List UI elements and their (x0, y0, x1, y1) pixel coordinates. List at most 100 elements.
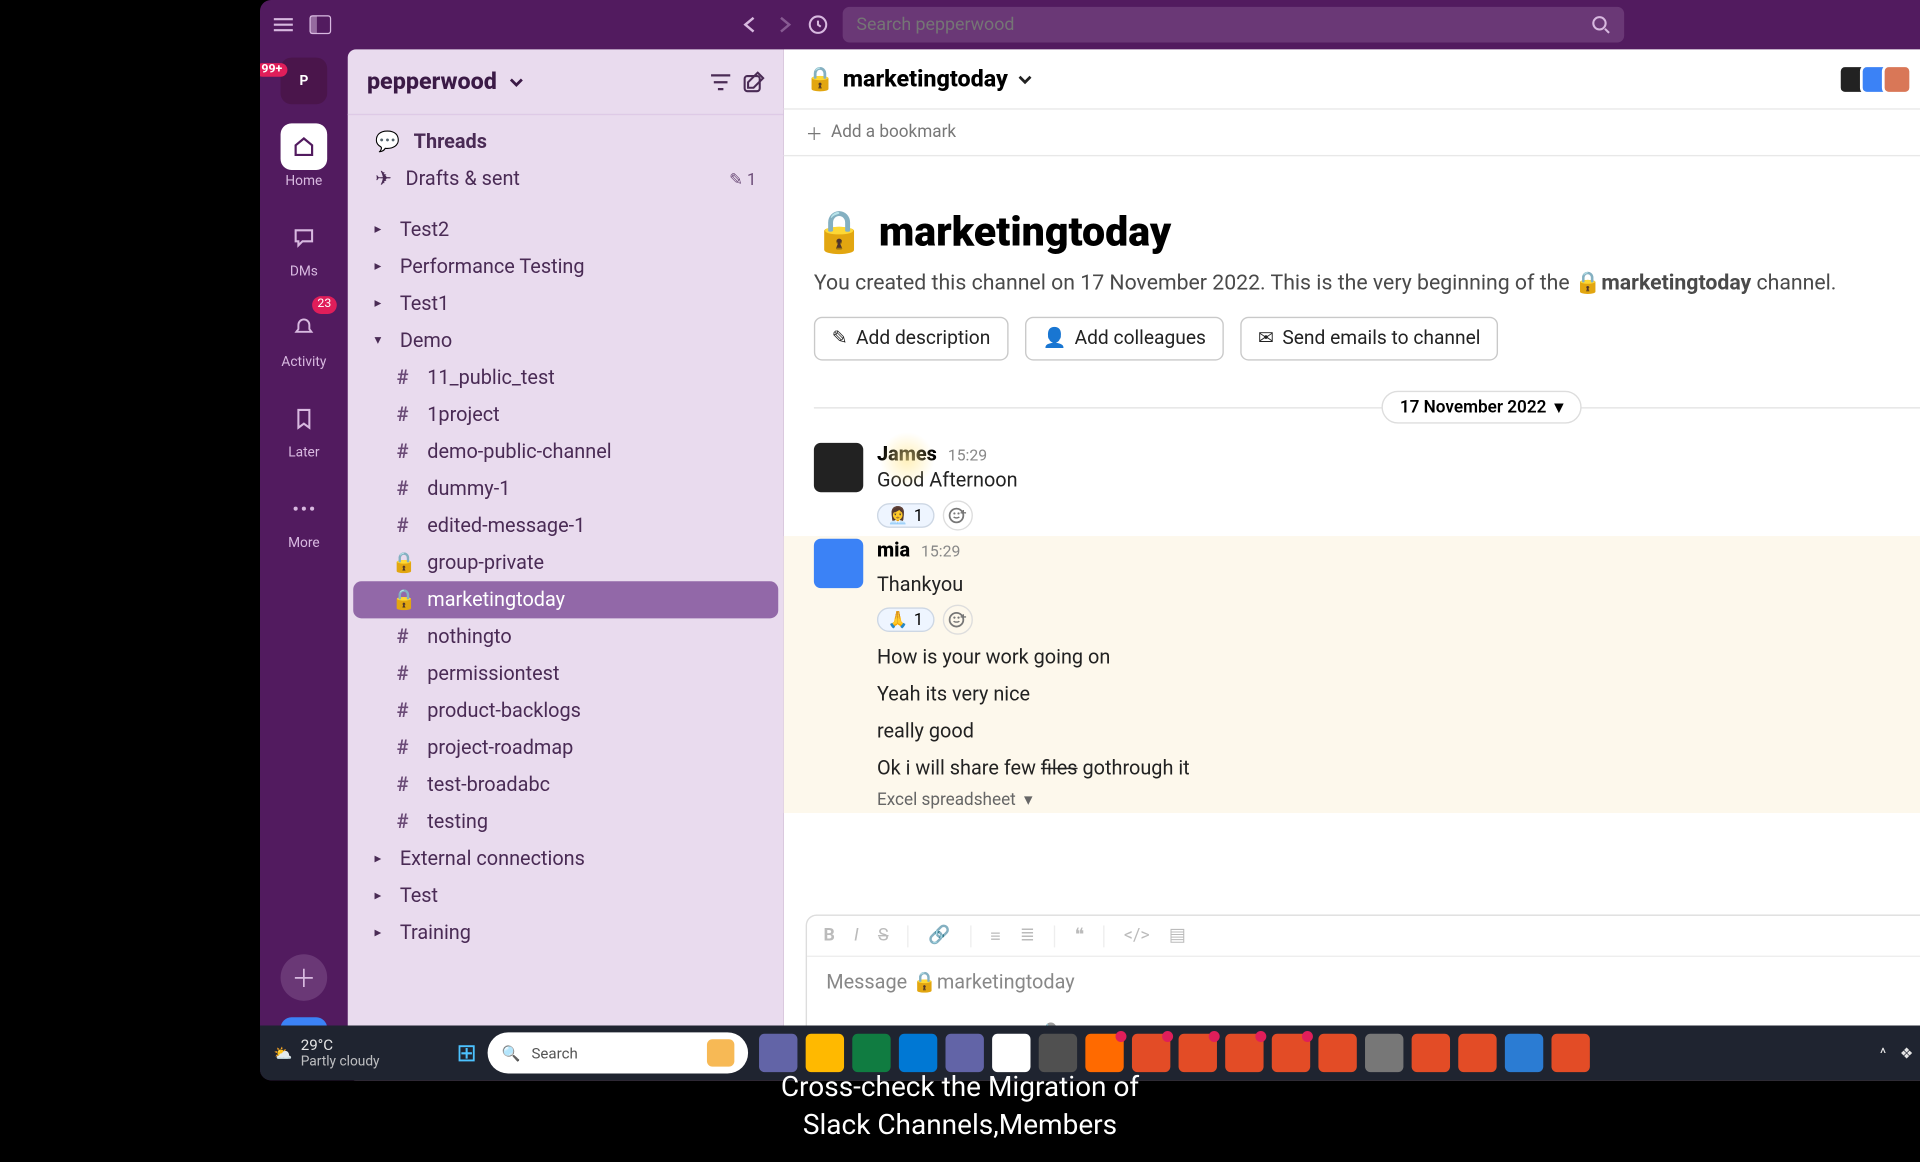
rail-activity[interactable]: 23 Activity (260, 299, 348, 376)
sidebar-channel[interactable]: #testing (353, 803, 778, 840)
taskbar-app[interactable] (1132, 1034, 1170, 1072)
strike-icon[interactable]: S (878, 925, 889, 946)
compose-icon[interactable] (743, 71, 765, 93)
sidebar-channel[interactable]: #project-roadmap (353, 729, 778, 766)
ordered-list-icon[interactable]: ≡ (990, 925, 1000, 947)
windows-search[interactable]: 🔍 Search (488, 1032, 748, 1073)
sidebar-threads[interactable]: 💬Threads (353, 123, 778, 160)
link-icon[interactable]: 🔗 (928, 925, 950, 946)
date-chip[interactable]: 17 November 2022▾ (1382, 391, 1581, 424)
sidebar-section[interactable]: ▸Test (353, 877, 778, 914)
sidebar-section[interactable]: ▸Training (353, 914, 778, 951)
avatar[interactable] (814, 443, 863, 492)
send-emails-button[interactable]: ✉Send emails to channel (1240, 317, 1498, 361)
taskbar-app[interactable] (1179, 1034, 1217, 1072)
reaction-chip[interactable]: 👩‍💼1 (877, 503, 934, 528)
sidebar-channel[interactable]: #nothingto (353, 618, 778, 655)
sidebar-channel[interactable]: 🔒marketingtoday (353, 581, 778, 618)
composer-input[interactable]: Message 🔒marketingtoday (807, 957, 1920, 1008)
sidebar-channel[interactable]: #product-backlogs (353, 692, 778, 729)
chevron-down-icon: ▾ (1024, 788, 1033, 810)
hamburger-icon[interactable] (274, 18, 293, 32)
hash-icon: # (392, 625, 414, 648)
sidebar-section[interactable]: ▾Demo (353, 322, 778, 359)
sidebar-section[interactable]: ▸Test1 (353, 285, 778, 322)
code-icon[interactable]: </> (1124, 925, 1150, 946)
avatar[interactable] (814, 539, 863, 588)
plus-icon[interactable]: ＋ (806, 119, 823, 145)
taskbar-app[interactable] (1412, 1034, 1450, 1072)
sidebar-channel[interactable]: #dummy-1 (353, 470, 778, 507)
sidebar-toggle-icon[interactable] (309, 15, 331, 34)
sidebar-channel[interactable]: #1project (353, 396, 778, 433)
taskbar-app[interactable] (946, 1034, 984, 1072)
search-input[interactable] (856, 14, 1580, 35)
rail-dms[interactable]: DMs (260, 208, 348, 285)
message-author[interactable]: mia (877, 539, 910, 562)
sidebar-section[interactable]: ▸Test2 (353, 211, 778, 248)
weather-widget[interactable]: ⛅ 29°C Partly cloudy (274, 1036, 380, 1069)
codeblock-icon[interactable]: ▤ (1169, 925, 1186, 946)
taskbar-app[interactable] (993, 1034, 1031, 1072)
windows-start-icon[interactable]: ⊞ (456, 1039, 477, 1068)
taskbar-app[interactable] (1039, 1034, 1077, 1072)
more-icon (281, 485, 328, 532)
rail-home[interactable]: Home (260, 118, 348, 195)
channel-hero-subtitle: You created this channel on 17 November … (814, 270, 1920, 295)
rail-more[interactable]: More (260, 480, 348, 557)
sidebar-channel[interactable]: #test-broadabc (353, 766, 778, 803)
create-new-button[interactable]: ＋ (281, 954, 328, 1001)
taskbar-app[interactable] (759, 1034, 797, 1072)
workspace-header[interactable]: pepperwood (348, 49, 784, 115)
sidebar-channel[interactable]: #edited-message-1 (353, 507, 778, 544)
taskbar-app[interactable] (1365, 1034, 1403, 1072)
rail-later[interactable]: Later (260, 389, 348, 466)
history-icon[interactable] (807, 14, 829, 36)
tray-overflow-icon[interactable]: ^ (1880, 1044, 1886, 1062)
sidebar-channel[interactable]: #permissiontest (353, 655, 778, 692)
bold-icon[interactable]: B (823, 925, 834, 946)
taskbar-app[interactable] (1505, 1034, 1543, 1072)
copilot-icon[interactable]: ❖ (1900, 1044, 1914, 1062)
taskbar-app[interactable] (899, 1034, 937, 1072)
member-count-button[interactable]: 3 (1838, 64, 1920, 94)
sidebar-section[interactable]: ▸External connections (353, 840, 778, 877)
taskbar-app[interactable] (1459, 1034, 1497, 1072)
bullet-list-icon[interactable]: ≣ (1020, 925, 1035, 946)
hash-icon: # (392, 662, 414, 685)
sidebar-section[interactable]: ▸Performance Testing (353, 248, 778, 285)
taskbar-app[interactable] (1272, 1034, 1310, 1072)
taskbar-app[interactable] (1226, 1034, 1264, 1072)
back-icon[interactable] (741, 15, 760, 34)
sidebar-channel[interactable]: 🔒group-private (353, 544, 778, 581)
channel-title-button[interactable]: 🔒 marketingtoday (806, 65, 1033, 92)
filter-icon[interactable] (710, 72, 732, 91)
reaction-chip[interactable]: 🙏1 (877, 607, 934, 632)
workspace-switcher[interactable]: 99+ P (281, 58, 328, 105)
message-timestamp[interactable]: 15:29 (948, 446, 987, 465)
file-attachment-label[interactable]: Excel spreadsheet▾ (877, 788, 1920, 810)
taskbar-app[interactable] (853, 1034, 891, 1072)
add-colleagues-button[interactable]: 👤Add colleagues (1025, 317, 1224, 361)
sidebar-channel[interactable]: #demo-public-channel (353, 433, 778, 470)
date-divider: 17 November 2022▾ (814, 391, 1920, 424)
taskbar-app[interactable] (1552, 1034, 1590, 1072)
global-search[interactable] (843, 7, 1624, 43)
add-reaction-button[interactable] (942, 605, 972, 635)
taskbar-app[interactable] (806, 1034, 844, 1072)
message-author[interactable]: James (877, 443, 937, 466)
sidebar-channel[interactable]: #11_public_test (353, 359, 778, 396)
taskbar-app[interactable] (1086, 1034, 1124, 1072)
forward-icon[interactable] (774, 15, 793, 34)
lock-icon: 🔒 (392, 588, 414, 611)
message-timestamp[interactable]: 15:29 (921, 542, 960, 561)
add-description-button[interactable]: ✎Add description (814, 317, 1008, 361)
taskbar-app[interactable] (1319, 1034, 1357, 1072)
channel-hero-title: 🔒 marketingtoday (814, 208, 1920, 256)
caret-icon: ▸ (370, 296, 386, 311)
sidebar-drafts[interactable]: ✈Drafts & sent✎ 1 (353, 160, 778, 197)
italic-icon[interactable]: I (854, 925, 859, 946)
add-reaction-button[interactable] (942, 500, 972, 530)
add-bookmark-button[interactable]: Add a bookmark (831, 122, 956, 143)
quote-icon[interactable]: ❝ (1075, 925, 1085, 946)
